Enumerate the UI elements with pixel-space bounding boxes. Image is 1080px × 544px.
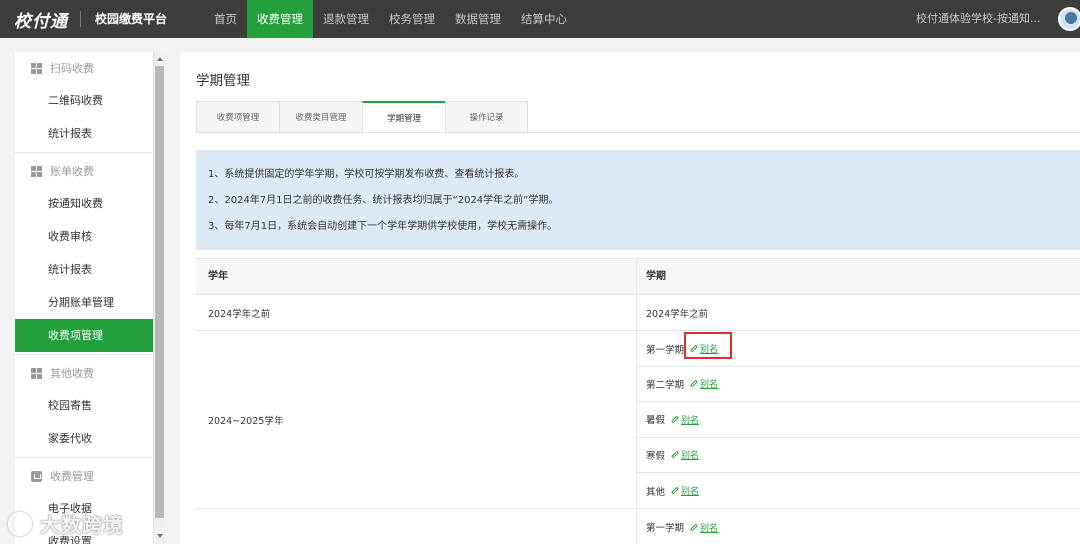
- term-cell: 第一学期 别名: [637, 509, 1080, 544]
- sidebar-item[interactable]: 校园寄售: [15, 389, 153, 422]
- info-line: 2、2024年7月1日之前的收费任务、统计报表均归属于“2024学年之前”学期。: [208, 195, 559, 206]
- watermark-logo-icon: [8, 511, 32, 536]
- alias-label: 别名: [681, 487, 700, 498]
- tab-bar: 收费项管理 收费类目管理 学期管理 操作记录: [196, 101, 528, 133]
- table-header: 学年 学期: [196, 259, 1080, 295]
- sidebar-group-label: 收费管理: [50, 470, 94, 483]
- sidebar-divider: [15, 354, 153, 355]
- table-body: 2024学年之前 2024学年之前 2024~2025学年 第一学期 别名 第二学期 别名暑…: [196, 295, 1080, 544]
- user-avatar[interactable]: [1058, 7, 1080, 31]
- tab[interactable]: 收费类目管理: [279, 101, 362, 133]
- term-row: 2024学年之前: [637, 295, 1080, 330]
- grid-icon: [31, 62, 42, 74]
- semester-table: 学年 学期 2024学年之前 2024学年之前 2024~2025学年 第一学期 别名第…: [196, 258, 1080, 544]
- sidebar-divider: [15, 457, 153, 458]
- alias-link[interactable]: 别名: [690, 377, 718, 390]
- term-row: 其他 别名: [637, 473, 1080, 508]
- nav-item[interactable]: 结算中心: [511, 0, 577, 38]
- term-label: 第二学期: [646, 379, 685, 391]
- pencil-icon: [671, 450, 679, 459]
- sidebar-group: 其他收费: [15, 357, 153, 389]
- sidebar-divider: [15, 152, 153, 153]
- info-line: 1、系统提供固定的学年学期，学校可按学期发布收费、查看统计报表。: [208, 169, 525, 180]
- watermark: 大数跨境: [8, 509, 124, 538]
- header-term: 学期: [646, 271, 666, 282]
- main-nav: 首页 收费管理 退款管理 校务管理 数据管理 结算中心: [204, 0, 577, 38]
- page-title: 学期管理: [196, 73, 250, 89]
- year-cell: 2024~2025学年: [196, 331, 637, 509]
- sidebar-item[interactable]: 家委代收: [15, 422, 153, 455]
- alias-label: 别名: [681, 415, 700, 426]
- nav-item[interactable]: 校务管理: [379, 0, 445, 38]
- table-row: 2024学年之前 2024学年之前: [196, 295, 1080, 332]
- term-row: 暑假 别名: [637, 402, 1080, 438]
- sidebar-group-label: 账单收费: [50, 165, 94, 178]
- pencil-icon: [690, 380, 698, 388]
- school-name[interactable]: 校付通体验学校-按通知...: [916, 0, 1040, 38]
- nav-item[interactable]: 首页: [204, 0, 247, 38]
- term-label: 其他: [646, 486, 666, 498]
- term-label: 寒假: [646, 450, 666, 462]
- pencil-icon: [671, 415, 679, 424]
- table-row: 2024~2025学年 第一学期 别名 第二学期 别名 暑假 别名 寒假 别名 其他 别名: [196, 331, 1080, 510]
- nav-item[interactable]: 数据管理: [445, 0, 511, 38]
- header-year: 学年: [196, 259, 637, 294]
- scroll-down-arrow-icon[interactable]: [157, 534, 163, 538]
- alias-label: 别名: [681, 451, 700, 462]
- platform-name: 校园缴费平台: [95, 12, 168, 26]
- sidebar-scrollbar[interactable]: [153, 52, 165, 544]
- sidebar-group-label: 其他收费: [50, 367, 94, 380]
- term-row: 第二学期 别名: [637, 367, 1080, 403]
- term-label: 第一学期: [646, 344, 685, 356]
- watermark-text: 大数跨境: [40, 513, 124, 537]
- alias-link[interactable]: 别名: [671, 413, 699, 426]
- tab[interactable]: 收费项管理: [196, 101, 279, 133]
- sidebar-item[interactable]: 收费项管理: [15, 319, 153, 352]
- grid-icon: [31, 367, 42, 379]
- year-cell: [196, 509, 637, 544]
- alias-link[interactable]: 别名: [671, 448, 699, 461]
- tab[interactable]: 操作记录: [445, 101, 528, 133]
- main-content: 学期管理 收费项管理 收费类目管理 学期管理 操作记录 1、系统提供固定的学年学期，学…: [180, 52, 1080, 544]
- table-row: 第一学期 别名: [196, 509, 1080, 544]
- term-row: 第一学期 别名: [637, 509, 1080, 544]
- sidebar-group: 扫码收费: [15, 52, 153, 84]
- sidebar-item[interactable]: 统计报表: [15, 117, 153, 150]
- sidebar-item[interactable]: 统计报表: [15, 253, 153, 286]
- term-label: 第一学期: [646, 523, 685, 535]
- sidebar-item[interactable]: 二维码收费: [15, 84, 153, 117]
- scroll-up-arrow-icon[interactable]: [157, 57, 163, 61]
- pencil-icon: [671, 486, 679, 495]
- sidebar-group: 账单收费: [15, 155, 153, 187]
- highlight-box: [684, 332, 732, 359]
- top-navigation-bar: 校付通 校园缴费平台 首页 收费管理 退款管理 校务管理 数据管理 结算中心 校付通体验学…: [0, 0, 1080, 38]
- nav-item[interactable]: 收费管理: [247, 0, 313, 38]
- alias-link[interactable]: 别名: [671, 484, 699, 497]
- sidebar-group: 收费管理: [15, 460, 153, 492]
- sidebar: 扫码收费 二维码收费 统计报表 账单收费 按通知收费 收费审核 统计报表 分期账单管理 收费项管…: [15, 52, 153, 544]
- term-cell: 2024学年之前: [637, 295, 1080, 330]
- app-logo[interactable]: 校付通: [14, 6, 68, 32]
- term-label: 暑假: [646, 415, 666, 427]
- logo-divider: [80, 11, 81, 27]
- receipt-icon: [31, 470, 42, 482]
- sidebar-item[interactable]: 分期账单管理: [15, 286, 153, 319]
- grid-icon: [31, 165, 42, 177]
- nav-item[interactable]: 退款管理: [313, 0, 379, 38]
- term-label: 2024学年之前: [646, 308, 709, 320]
- term-row: 寒假 别名: [637, 438, 1080, 473]
- info-line: 3、每年7月1日，系统会自动创建下一个学年学期供学校使用，学校无需操作。: [208, 221, 558, 232]
- tab[interactable]: 学期管理: [362, 101, 445, 133]
- alias-label: 别名: [700, 523, 719, 534]
- sidebar-item[interactable]: 收费审核: [15, 220, 153, 253]
- alias-link[interactable]: 别名: [690, 521, 718, 534]
- alias-label: 别名: [700, 380, 719, 391]
- info-notice: 1、系统提供固定的学年学期，学校可按学期发布收费、查看统计报表。 2、2024年7…: [196, 150, 1080, 250]
- sidebar-item[interactable]: 按通知收费: [15, 187, 153, 220]
- scroll-thumb[interactable]: [155, 66, 164, 518]
- year-cell: 2024学年之前: [196, 295, 637, 331]
- pencil-icon: [690, 523, 698, 531]
- sidebar-group-label: 扫码收费: [50, 62, 94, 75]
